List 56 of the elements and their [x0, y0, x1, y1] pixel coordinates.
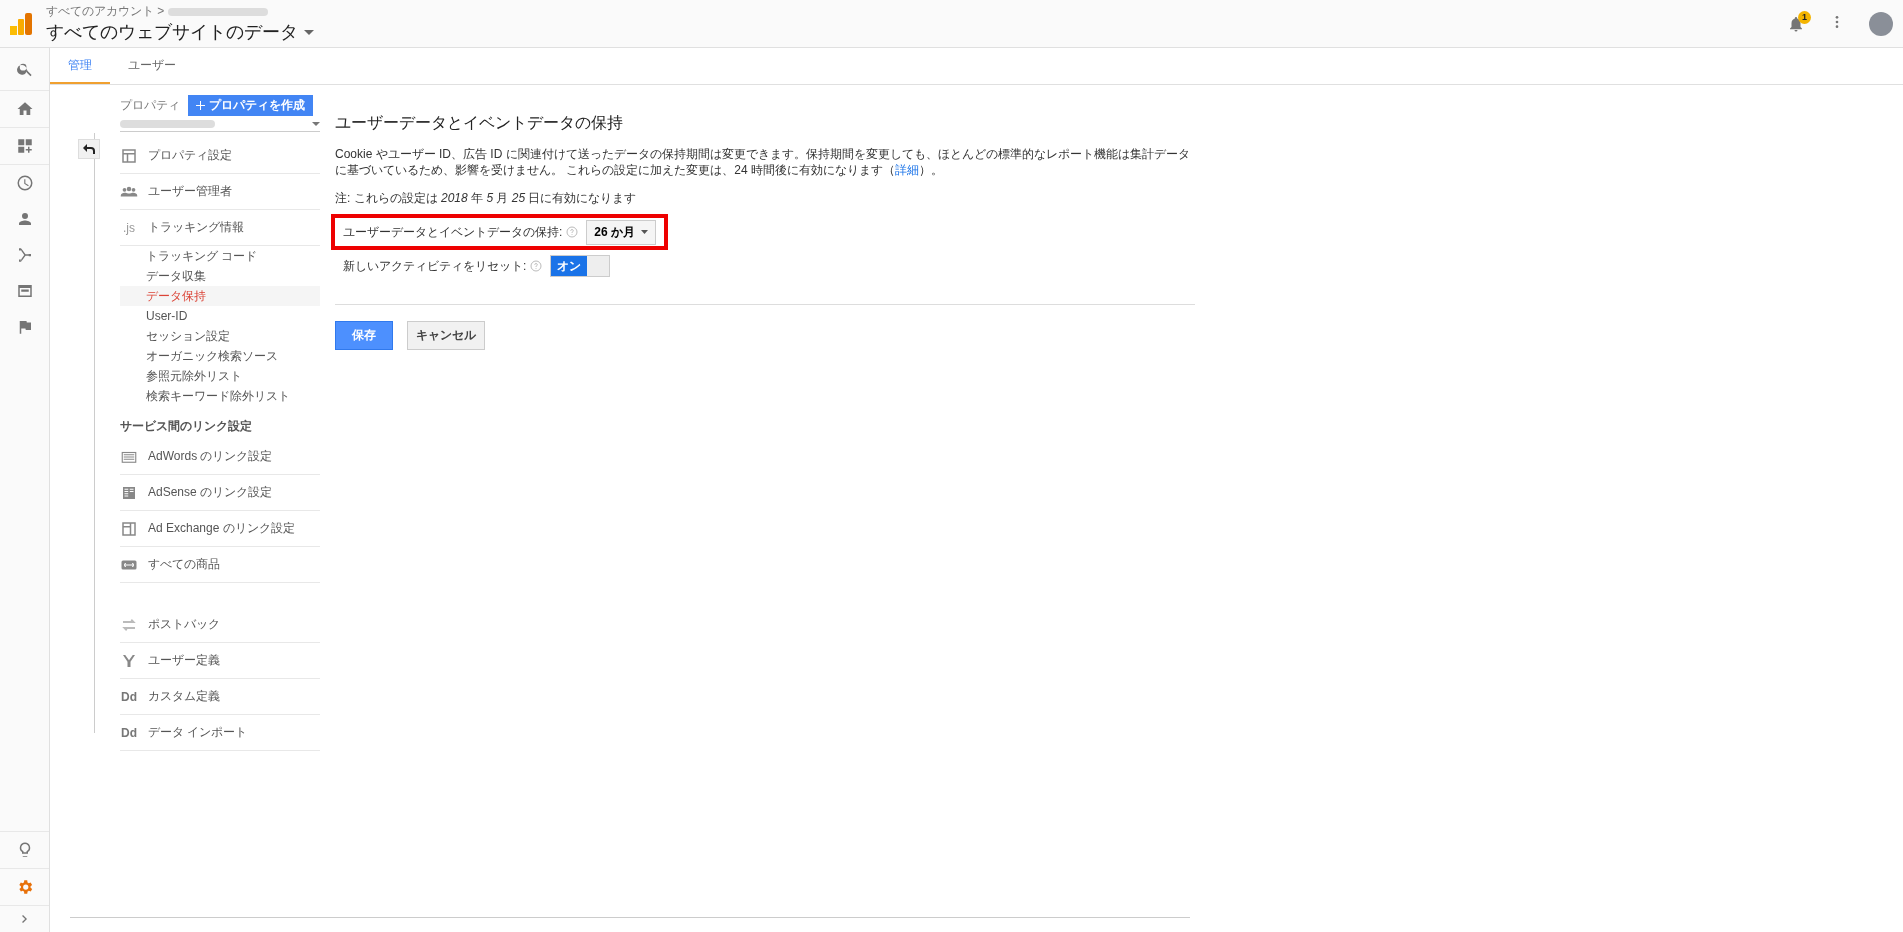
nav-item[interactable]: プロパティ設定 [148, 147, 232, 164]
description-text: Cookie やユーザー ID、広告 ID に関連付けて送ったデータの保持期間は変更できます。保持期間を変更しても、ほとんどの標準的なレポート機能は集計データに基づいているため、影響を受けません。 これらの設定に加えた変更は、24 時間後に有効になります（詳細）。 [335, 146, 1191, 178]
nav-item[interactable]: カスタム定義 [148, 688, 220, 705]
retention-dropdown[interactable]: 26 か月 [586, 219, 657, 245]
reset-label: 新しいアクティビティをリセット: [343, 257, 527, 275]
tab[interactable]: 管理 [50, 48, 110, 84]
nav-item[interactable]: トラッキング情報 [148, 219, 244, 236]
back-button[interactable] [78, 139, 100, 159]
dashboard-icon[interactable] [15, 137, 34, 155]
nav-item[interactable]: AdSense のリンク設定 [148, 484, 273, 501]
bar-chart-logo-icon [10, 12, 32, 35]
nav-subitem[interactable]: 検索キーワード除外リスト [120, 386, 320, 406]
clock-icon[interactable] [15, 174, 34, 192]
caret-icon [312, 122, 320, 126]
breadcrumb[interactable]: すべてのアカウント > [46, 3, 165, 20]
avatar[interactable] [1869, 11, 1893, 36]
nav-item[interactable]: データ インポート [148, 724, 248, 741]
bell-icon [1787, 14, 1805, 33]
retention-label: ユーザーデータとイベントデータの保持: [343, 223, 563, 241]
nav-item[interactable]: ユーザー定義 [148, 652, 220, 669]
create-property-button[interactable]: プロパティを作成 [188, 95, 313, 116]
note-text: 注: これらの設定は 2018 年 5 月 25 日に有効になります [335, 190, 638, 206]
plus-icon [196, 101, 205, 110]
nav-subitem[interactable]: データ収集 [120, 266, 320, 286]
toggle-switch[interactable]: オン [550, 255, 611, 277]
nav-item[interactable]: ポストバック [148, 616, 220, 633]
caret-icon [641, 230, 649, 234]
nav-item[interactable]: すべての商品 [148, 556, 220, 573]
property-label: プロパティ [120, 97, 180, 114]
nav-item[interactable]: Ad Exchange のリンク設定 [148, 520, 295, 537]
layout-icon [120, 146, 138, 165]
columns-icon [120, 519, 138, 538]
help-icon [566, 226, 579, 238]
nav-subitem[interactable]: セッション設定 [120, 326, 320, 346]
notification-count: 1 [1798, 10, 1811, 24]
screen-icon[interactable] [15, 282, 34, 300]
details-link[interactable]: 詳細 [895, 163, 919, 177]
nav-item[interactable]: AdWords のリンク設定 [148, 448, 273, 465]
dd-icon: Dd [121, 725, 137, 740]
nav-item[interactable]: ユーザー管理者 [148, 183, 232, 200]
dd-icon: Dd [121, 689, 137, 704]
back-arrow-icon [83, 144, 95, 154]
caret-icon[interactable] [304, 29, 314, 35]
view-title[interactable]: すべてのウェブサイトのデータ [46, 20, 298, 44]
nav-subitem[interactable]: トラッキング コード [120, 246, 320, 266]
page-title: ユーザーデータとイベントデータの保持 [335, 113, 624, 133]
help-icon [530, 260, 543, 272]
nav-subitem[interactable]: User-ID [120, 306, 320, 326]
nav-heading: サービス間のリンク設定 [120, 418, 253, 435]
nav-subitem[interactable]: 参照元除外リスト [120, 366, 320, 386]
nav-subitem[interactable]: データ保持 [120, 286, 320, 306]
tab[interactable]: ユーザー [110, 48, 194, 84]
js-icon: .js [123, 220, 135, 235]
nav-subitem[interactable]: オーガニック検索ソース [120, 346, 320, 366]
home-icon[interactable] [15, 100, 34, 118]
cancel-button[interactable]: キャンセル [407, 321, 485, 350]
